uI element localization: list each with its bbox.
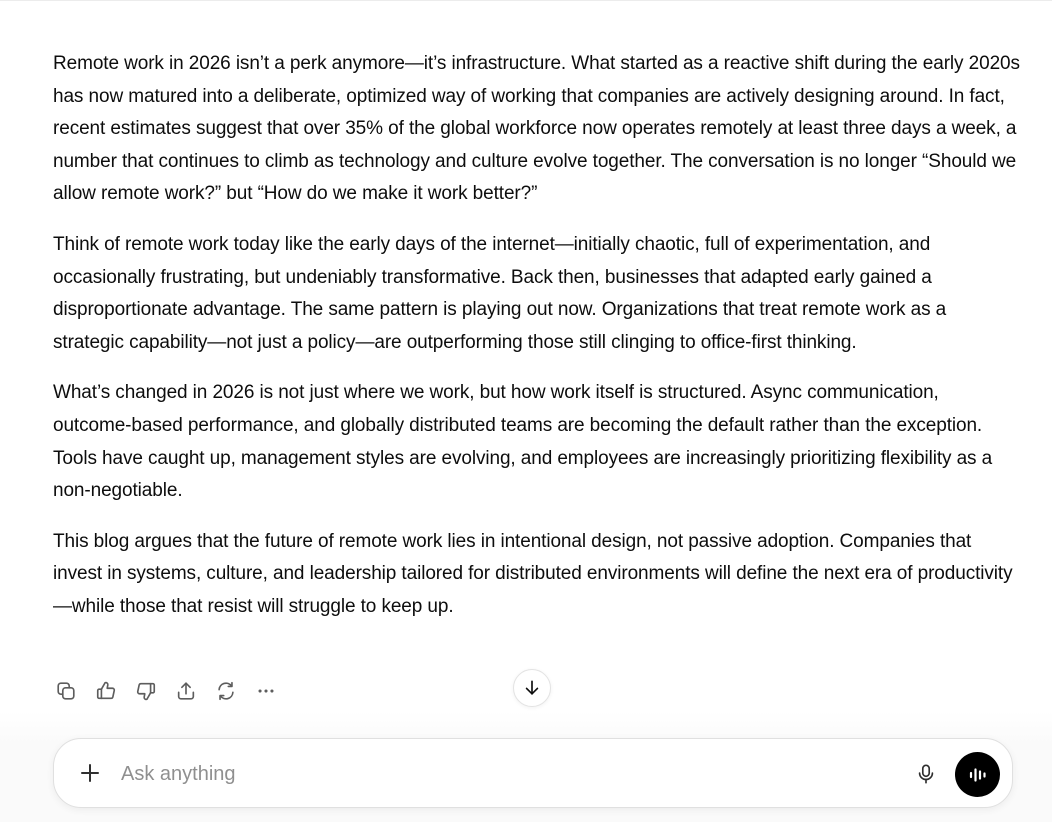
message-paragraph: Think of remote work today like the earl…	[53, 233, 947, 353]
copy-button[interactable]	[50, 675, 82, 707]
scroll-to-bottom-button[interactable]	[513, 669, 551, 707]
arrow-down-icon	[525, 680, 539, 695]
prompt-composer	[53, 738, 1013, 808]
thumbs-down-icon	[136, 682, 156, 701]
more-actions-button[interactable]	[250, 675, 282, 707]
copy-icon	[57, 682, 75, 700]
good-response-button[interactable]	[90, 675, 122, 707]
dictate-button[interactable]	[910, 758, 942, 790]
assistant-message: Remote work in 2026 isn’t a perk anymore…	[53, 48, 1021, 642]
share-button[interactable]	[170, 675, 202, 707]
regenerate-icon	[218, 681, 234, 701]
regenerate-button[interactable]	[210, 675, 242, 707]
prompt-input[interactable]	[119, 758, 883, 790]
share-icon	[177, 682, 195, 700]
message-paragraph: Remote work in 2026 isn’t a perk anymore…	[53, 53, 1020, 205]
message-actions	[50, 675, 282, 707]
plus-icon	[81, 764, 99, 782]
chat-page: Remote work in 2026 isn’t a perk anymore…	[0, 0, 1052, 822]
voice-waveform-icon	[969, 767, 986, 782]
more-icon	[258, 689, 274, 693]
microphone-icon	[918, 764, 934, 784]
voice-mode-button[interactable]	[955, 752, 1000, 797]
bad-response-button[interactable]	[130, 675, 162, 707]
message-paragraph: What’s changed in 2026 is not just where…	[53, 382, 993, 502]
message-paragraph: This blog argues that the future of remo…	[53, 530, 1013, 617]
add-attachment-button[interactable]	[74, 757, 106, 789]
thumbs-up-icon	[96, 681, 116, 700]
